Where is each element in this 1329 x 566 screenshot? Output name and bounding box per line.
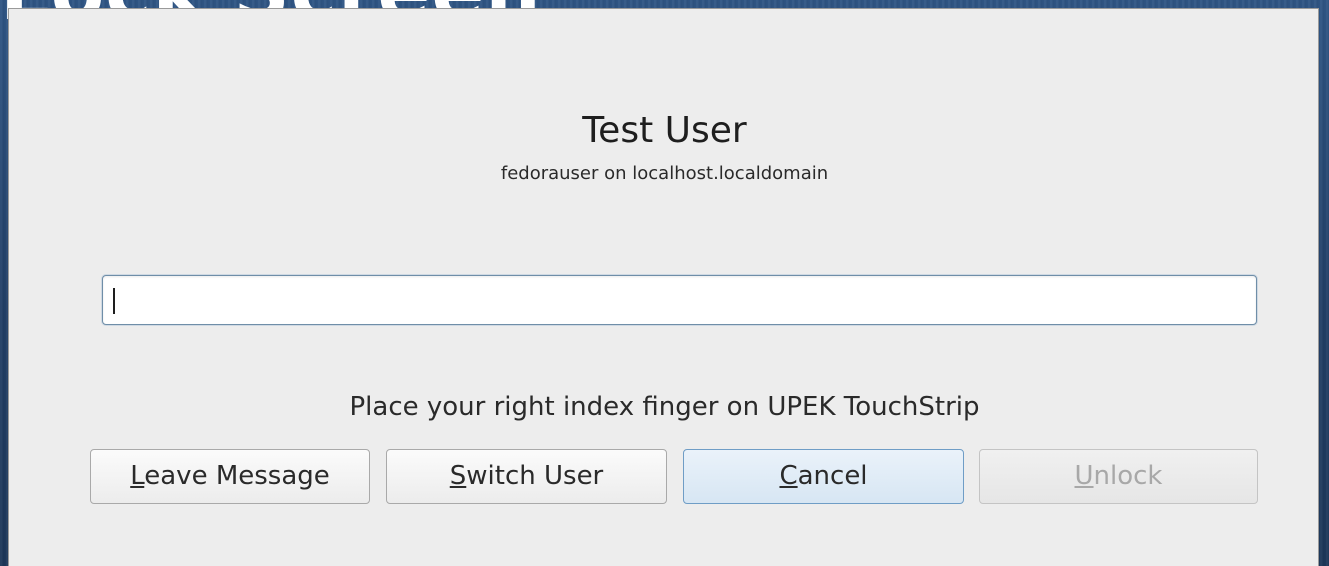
cancel-button[interactable]: Cancel	[683, 449, 964, 504]
user-name: Test User	[582, 110, 747, 151]
password-input[interactable]	[102, 275, 1257, 325]
unlock-label: nlock	[1093, 461, 1163, 491]
text-caret	[113, 288, 115, 314]
leave-message-label: eave Message	[144, 461, 330, 491]
switch-user-mnemonic: S	[449, 461, 467, 491]
leave-message-button[interactable]: Leave Message	[90, 449, 370, 504]
unlock-button[interactable]: Unlock	[979, 449, 1258, 504]
leave-message-mnemonic: L	[130, 461, 145, 491]
cancel-label: ancel	[797, 461, 868, 491]
unlock-mnemonic: U	[1074, 461, 1094, 491]
unlock-dialog: Test User fedorauser on localhost.locald…	[8, 8, 1319, 566]
user-host: fedorauser on localhost.localdomain	[500, 163, 829, 184]
switch-user-button[interactable]: Switch User	[386, 449, 667, 504]
status-message: Place your right index finger on UPEK To…	[349, 392, 980, 422]
switch-user-label: witch User	[466, 461, 604, 491]
cancel-mnemonic: C	[779, 461, 798, 491]
